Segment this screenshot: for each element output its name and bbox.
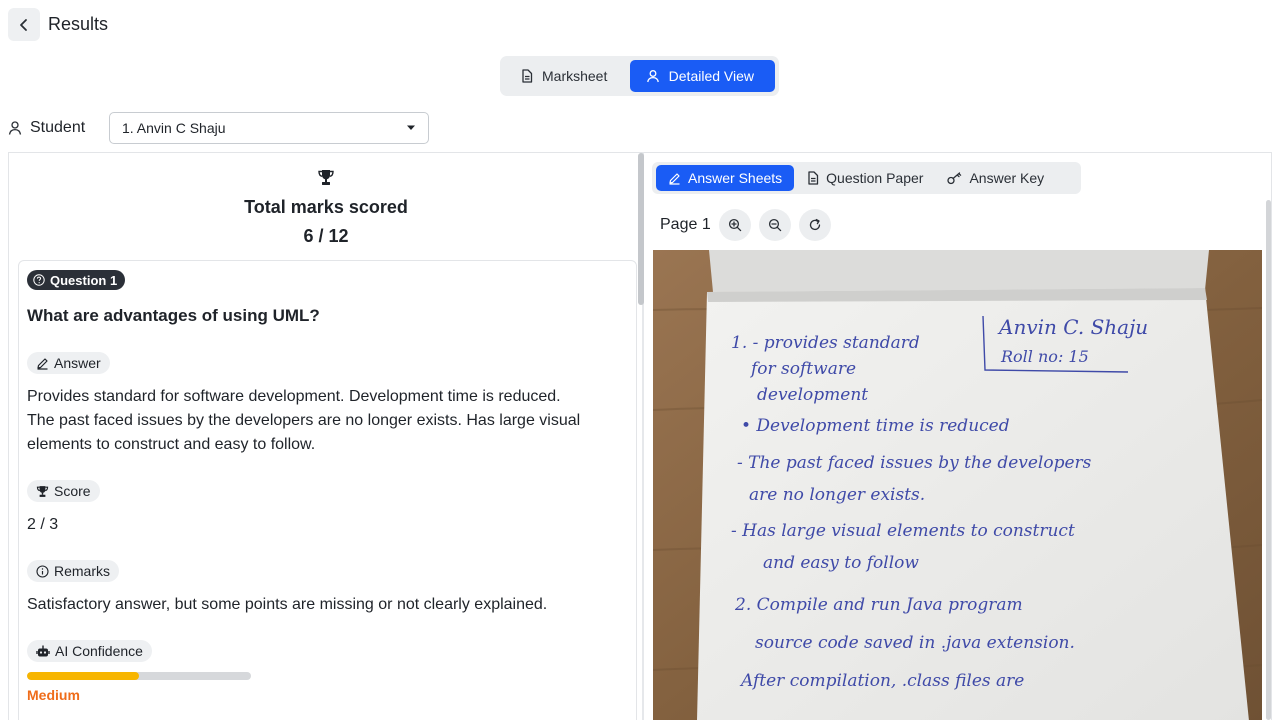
tab-question-paper-label: Question Paper (826, 170, 924, 186)
handwriting-line: After compilation, .class files are (739, 671, 1024, 691)
question-text: What are advantages of using UML? (27, 306, 320, 325)
handwriting-line: - Has large visual elements to construct (731, 521, 1075, 541)
robot-icon (36, 645, 50, 656)
ai-confidence-chip: AI Confidence (27, 640, 152, 662)
handwriting-line: 2. Compile and run Java program (734, 595, 1023, 615)
handwriting-name: Anvin C. Shaju (997, 315, 1148, 339)
answer-text: Provides standard for software developme… (27, 385, 627, 457)
page-title: Results (48, 14, 109, 34)
score-value: 2 / 3 (27, 516, 59, 533)
ai-confidence-level: Medium (27, 687, 80, 703)
answer-viewer-panel: Answer Sheets Question Paper Answer Key … (644, 152, 1272, 720)
page-toolbar: Page 1 (660, 209, 839, 241)
reset-rotate-button[interactable] (798, 209, 831, 241)
question-details-panel: Total marks scored 6 / 12 Question 1 Wha… (8, 152, 642, 720)
handwriting-line: • Development time is reduced (741, 416, 1010, 436)
zoom-in-icon (728, 218, 741, 232)
total-marks-value: 6 / 12 (303, 226, 349, 246)
key-icon (947, 171, 962, 184)
handwriting-line: source code saved in .java extension. (755, 633, 1075, 653)
tab-answer-sheets-label: Answer Sheets (688, 170, 783, 186)
answer-line: elements to construct and easy to follow… (27, 436, 316, 453)
viewer-tabs: Answer Sheets Question Paper Answer Key (652, 162, 1081, 194)
answer-chip: Answer (27, 352, 110, 374)
answer-sheet-image: Anvin C. Shaju Roll no: 15 1. - provides… (653, 250, 1262, 720)
handwriting-roll: Roll no: 15 (1000, 347, 1089, 366)
student-select-value: 1. Anvin C Shaju (122, 120, 226, 136)
tab-detailed-view[interactable]: Detailed View (629, 60, 775, 92)
help-circle-icon (33, 274, 45, 286)
trophy-icon (36, 485, 49, 497)
ai-confidence-bar-fill (27, 672, 139, 680)
ai-confidence-chip-label: AI Confidence (55, 643, 143, 659)
handwriting-line: development (757, 385, 868, 405)
rotate-icon (809, 218, 820, 231)
user-icon (8, 121, 22, 135)
question-badge-label: Question 1 (50, 272, 118, 288)
tab-answer-key[interactable]: Answer Key (936, 165, 1055, 191)
top-bar: Results (8, 8, 108, 41)
document-icon (808, 171, 819, 185)
info-icon (36, 564, 49, 578)
ai-confidence-bar (27, 672, 251, 680)
handwriting-line: and easy to follow (763, 553, 919, 573)
page-label: Page 1 (660, 216, 711, 233)
document-icon (522, 69, 533, 83)
zoom-out-button[interactable] (758, 209, 791, 241)
answer-line: Provides standard for software developme… (27, 388, 561, 405)
remarks-chip-label: Remarks (54, 563, 111, 579)
total-marks-title: Total marks scored (244, 197, 408, 217)
pencil-icon (37, 357, 48, 370)
answer-line: The past faced issues by the developers … (27, 412, 581, 429)
chevron-left-icon (20, 18, 27, 31)
score-chip-label: Score (54, 483, 91, 499)
trophy-icon (318, 170, 334, 185)
tab-detailed-view-label: Detailed View (668, 68, 755, 84)
view-toggle: Marksheet Detailed View (500, 56, 779, 96)
student-selector-row: Student 1. Anvin C Shaju (8, 112, 429, 144)
caret-down-icon (407, 125, 415, 130)
handwriting-line: for software (749, 359, 856, 379)
handwriting-line: - The past faced issues by the developer… (737, 453, 1092, 473)
total-marks-summary: Total marks scored 6 / 12 (9, 169, 642, 247)
viewer-scrollbar[interactable] (1266, 200, 1271, 720)
remarks-chip: Remarks (27, 560, 120, 582)
zoom-in-button[interactable] (718, 209, 751, 241)
student-select[interactable]: 1. Anvin C Shaju (109, 112, 429, 144)
tab-marksheet[interactable]: Marksheet (504, 60, 628, 92)
score-chip: Score (27, 480, 100, 502)
question-card: Question 1 What are advantages of using … (18, 260, 637, 720)
student-label: Student (30, 119, 86, 136)
tab-answer-key-label: Answer Key (969, 170, 1045, 186)
zoom-out-icon (768, 218, 781, 232)
answer-chip-label: Answer (54, 355, 101, 371)
pencil-icon (669, 172, 680, 185)
remarks-text: Satisfactory answer, but some points are… (27, 596, 548, 613)
back-button[interactable] (8, 8, 40, 41)
tab-question-paper[interactable]: Question Paper (796, 165, 934, 191)
handwriting-line: 1. - provides standard (731, 333, 920, 353)
tab-marksheet-label: Marksheet (542, 68, 608, 84)
user-icon (646, 70, 659, 83)
handwriting-line: are no longer exists. (749, 485, 925, 505)
tab-answer-sheets[interactable]: Answer Sheets (656, 165, 795, 191)
question-badge: Question 1 (27, 270, 126, 290)
